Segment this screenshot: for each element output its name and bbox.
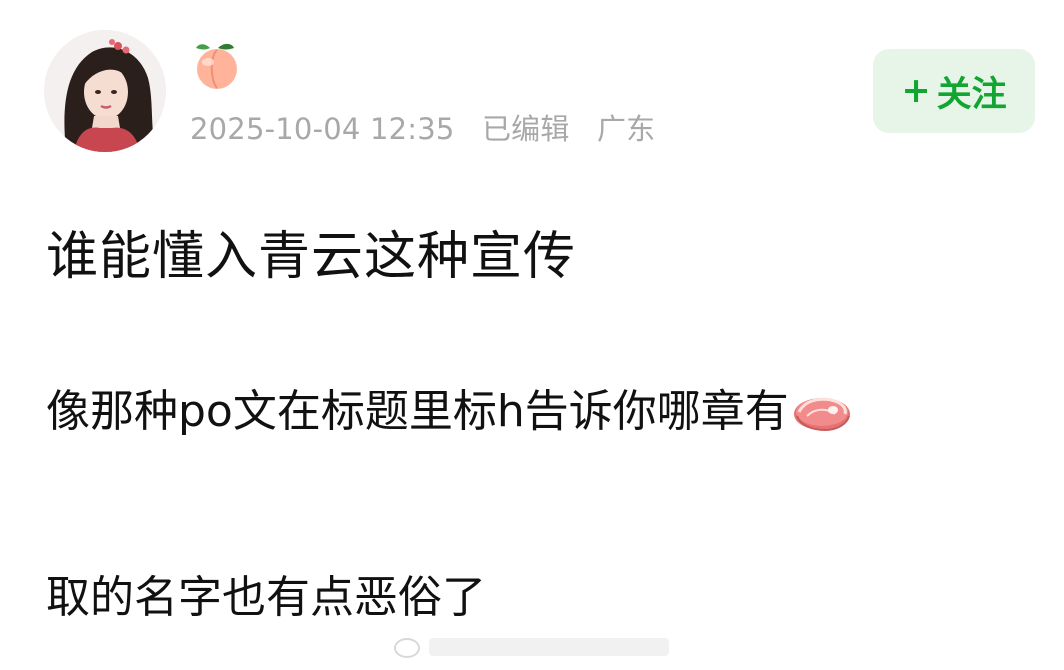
post-body-line-1-text: 像那种po文在标题里标h告诉你哪章有 (46, 386, 789, 437)
avatar-image (44, 30, 166, 152)
watermark (385, 628, 685, 662)
plus-icon: + (901, 71, 931, 111)
post-title: 谁能懂入青云这种宣传 (46, 227, 577, 287)
peach-emoji-icon (190, 38, 244, 92)
edited-label: 已编辑 (481, 112, 570, 146)
post-meta: 2025-10-04 12:35 已编辑 广东 (190, 106, 673, 148)
follow-label: 关注 (936, 74, 1007, 115)
post-body-line-2: 取的名字也有点恶俗了 (46, 572, 486, 623)
avatar[interactable] (44, 30, 166, 152)
post-date: 2025-10-04 12:35 (190, 112, 455, 146)
weibo-post: 2025-10-04 12:35 已编辑 广东 + 关注 谁能懂入青云这种宣传 … (0, 0, 1064, 670)
post-body-line-1: 像那种po文在标题里标h告诉你哪章有 (46, 384, 853, 440)
meat-emoji-icon (791, 390, 853, 434)
location-label: 广东 (596, 112, 656, 146)
follow-button[interactable]: + 关注 (873, 49, 1035, 133)
